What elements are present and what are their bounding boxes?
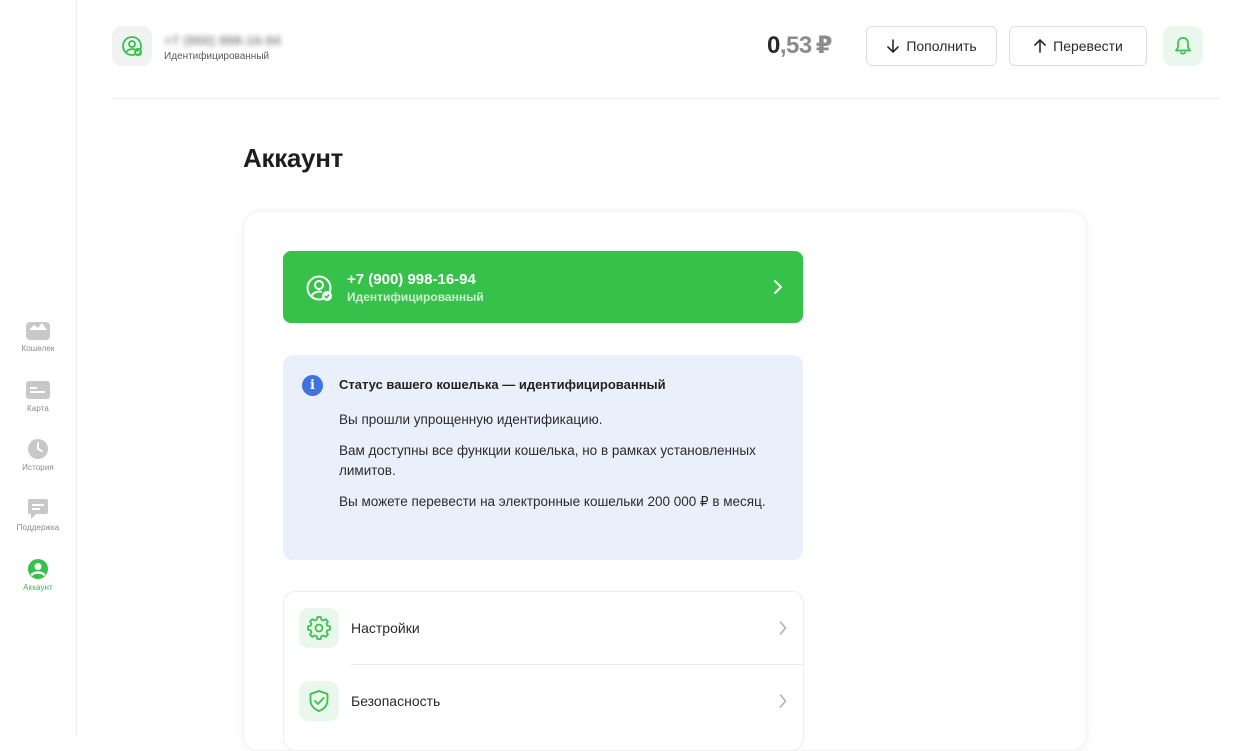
chevron-right-icon — [779, 621, 787, 635]
menu-item-label: Безопасность — [351, 693, 441, 709]
sidebar-item-card[interactable]: Карта — [0, 378, 76, 413]
menu-item-label: Настройки — [351, 620, 420, 636]
bell-icon — [1175, 37, 1191, 55]
balance-currency: ₽ — [815, 32, 833, 59]
sidebar-item-label: Кошелек — [21, 344, 55, 353]
chevron-right-icon — [779, 694, 787, 708]
sidebar-item-label: История — [22, 463, 54, 472]
header-user-status: Идентифицированный — [164, 51, 270, 62]
topup-label: Пополнить — [906, 38, 977, 54]
shield-check-icon — [299, 681, 339, 721]
arrow-down-icon — [887, 39, 900, 53]
wallet-status-info: i Статус вашего кошелька — идентифициров… — [283, 355, 803, 560]
account-menu: Настройки Безопасность — [283, 591, 804, 751]
card-icon — [25, 378, 51, 402]
menu-item-settings[interactable]: Настройки — [284, 592, 803, 664]
transfer-button[interactable]: Перевести — [1009, 26, 1147, 66]
balance-integer: 0 — [767, 32, 780, 59]
chat-icon — [25, 497, 51, 521]
info-paragraph: Вам доступны все функции кошелька, но в … — [339, 443, 756, 478]
transfer-label: Перевести — [1053, 38, 1123, 54]
sidebar-item-support[interactable]: Поддержка — [0, 497, 76, 532]
balance-decimal: ,53 — [779, 32, 812, 59]
sidebar: Кошелек Карта История Поддержка Аккаунт — [0, 0, 77, 736]
top-header: +7 (900) 998-16-94 Идентифицированный 0,… — [112, 0, 1219, 99]
account-phone: +7 (900) 998-16-94 — [347, 271, 476, 288]
sidebar-item-label: Аккаунт — [23, 583, 53, 592]
sidebar-item-wallet[interactable]: Кошелек — [0, 318, 76, 353]
sidebar-item-label: Карта — [27, 404, 49, 413]
user-verified-icon — [306, 275, 332, 301]
sidebar-item-history[interactable]: История — [0, 437, 76, 472]
arrow-up-icon — [1034, 39, 1046, 53]
sidebar-item-label: Поддержка — [16, 523, 60, 532]
user-icon — [25, 557, 51, 581]
wallet-icon — [25, 318, 51, 342]
info-title: Статус вашего кошелька — идентифицирован… — [339, 377, 666, 392]
page-title: Аккаунт — [243, 143, 344, 173]
sidebar-item-account[interactable]: Аккаунт — [0, 557, 76, 592]
clock-icon — [25, 437, 51, 461]
account-banner[interactable]: +7 (900) 998-16-94 Идентифицированный — [283, 251, 803, 323]
user-avatar[interactable] — [112, 26, 152, 66]
info-icon: i — [302, 375, 323, 396]
header-user-phone: +7 (900) 998-16-94 — [164, 33, 282, 48]
chevron-right-icon — [774, 280, 782, 294]
info-paragraph: Вы прошли упрощенную идентификацию. — [339, 412, 603, 427]
topup-button[interactable]: Пополнить — [866, 26, 997, 66]
account-status: Идентифицированный — [347, 290, 484, 304]
gear-icon — [299, 608, 339, 648]
info-paragraph: Вы можете перевести на электронные кошел… — [339, 494, 766, 509]
user-verified-icon — [122, 36, 142, 56]
menu-item-security[interactable]: Безопасность — [284, 665, 803, 737]
balance: 0,53 ₽ — [767, 31, 832, 60]
notifications-button[interactable] — [1163, 26, 1203, 66]
